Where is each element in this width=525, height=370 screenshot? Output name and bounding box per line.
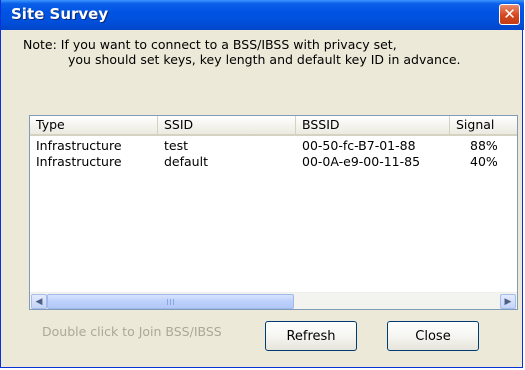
cell-signal: 88%: [470, 138, 498, 153]
cell-bssid: 00-50-fc-B7-01-88: [302, 138, 416, 153]
column-header-type[interactable]: Type: [30, 116, 158, 134]
cell-ssid: test: [164, 138, 189, 153]
scroll-right-button[interactable]: ▶: [500, 294, 516, 309]
list-header: Type SSID BSSID Signal: [30, 116, 517, 136]
close-button[interactable]: Close: [387, 321, 479, 351]
column-header-bssid[interactable]: BSSID: [296, 116, 450, 134]
cell-bssid: 00-0A-e9-00-11-85: [302, 154, 421, 169]
privacy-note-line-1: Note: If you want to connect to a BSS/IB…: [23, 37, 397, 52]
window-close-button[interactable]: ✕: [499, 4, 520, 25]
column-header-signal[interactable]: Signal: [450, 116, 517, 134]
cell-ssid: default: [164, 154, 208, 169]
window-title: Site Survey: [11, 5, 109, 23]
title-bar[interactable]: Site Survey ✕: [1, 0, 524, 30]
column-header-ssid[interactable]: SSID: [158, 116, 296, 134]
scrollbar-thumb[interactable]: [47, 294, 294, 309]
privacy-note-line-2: you should set keys, key length and defa…: [68, 52, 461, 67]
table-row[interactable]: Infrastructure test 00-50-fc-B7-01-88 88…: [30, 138, 517, 154]
cell-signal: 40%: [470, 154, 498, 169]
site-survey-dialog: Site Survey ✕ Note: If you want to conne…: [0, 0, 524, 368]
join-hint: Double click to Join BSS/IBSS: [42, 324, 222, 339]
scroll-right-icon: ▶: [504, 296, 512, 307]
cell-type: Infrastructure: [36, 154, 122, 169]
scroll-left-icon: ◀: [35, 296, 43, 307]
table-row[interactable]: Infrastructure default 00-0A-e9-00-11-85…: [30, 154, 517, 170]
refresh-button[interactable]: Refresh: [265, 321, 357, 351]
network-list[interactable]: Type SSID BSSID Signal Infrastructure te…: [29, 115, 518, 310]
privacy-note: Note: If you want to connect to a BSS/IB…: [23, 37, 460, 67]
scrollbar-grip-icon: [167, 299, 176, 305]
horizontal-scrollbar[interactable]: ◀ ▶: [30, 292, 517, 309]
close-icon: ✕: [503, 5, 516, 23]
cell-type: Infrastructure: [36, 138, 122, 153]
scroll-left-button[interactable]: ◀: [31, 294, 47, 309]
